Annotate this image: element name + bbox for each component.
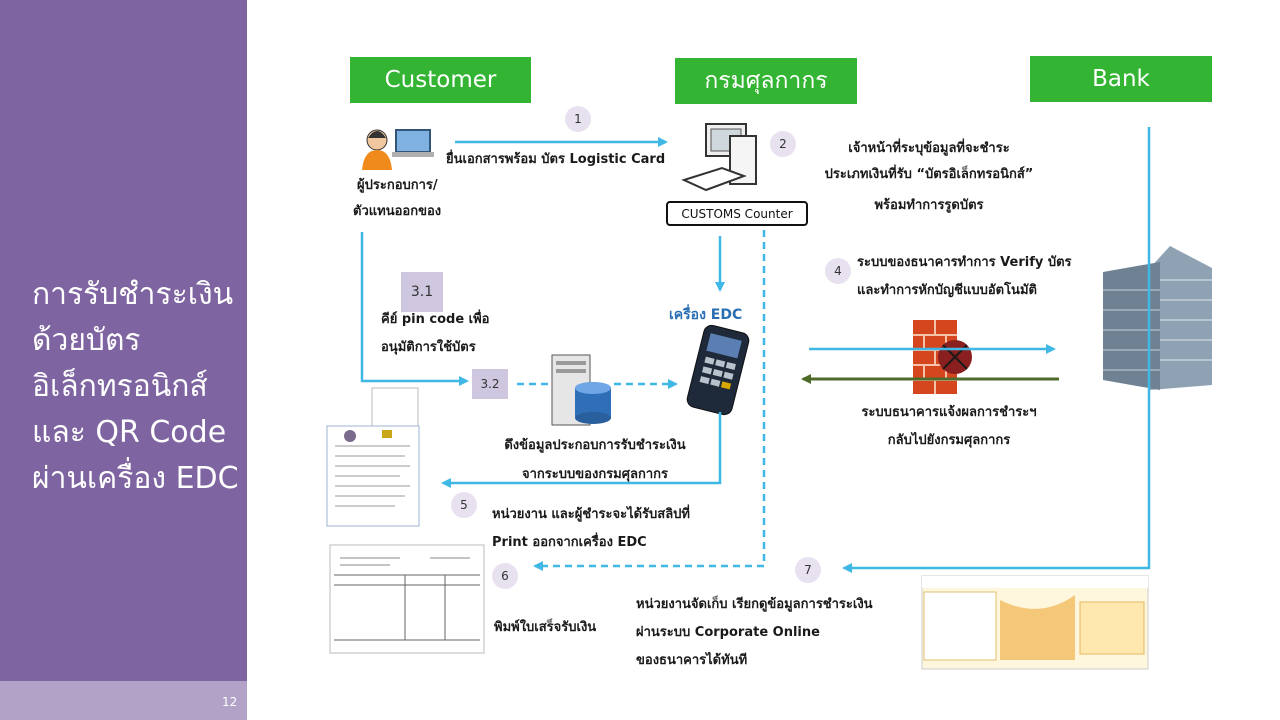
officer-label-line1: เจ้าหน้าที่ระบุข้อมูลที่จะชำระ	[848, 141, 1010, 156]
step-7-badge: 7	[795, 557, 821, 583]
step-1-badge: 1	[565, 106, 591, 132]
submit-docs-label: ยื่นเอกสารพร้อม บัตร Logistic Card	[446, 152, 666, 167]
pin-label-line2: อนุมัติการใช้บัตร	[381, 340, 476, 355]
officer-label-line2: ประเภทเงินที่รับ “บัตรอิเล็กทรอนิกส์”	[824, 167, 1034, 182]
customs-counter-box: CUSTOMS Counter	[666, 201, 808, 226]
edc-terminal-icon	[686, 324, 750, 416]
step-3-1-badge: 3.1	[401, 272, 443, 312]
corporate-online-screenshot-icon	[921, 575, 1149, 670]
pin-label-line1: คีย์ pin code เพื่อ	[381, 312, 490, 327]
bank-notify-label-line1: ระบบธนาคารแจ้งผลการชำระฯ	[861, 405, 1037, 420]
database-server-icon	[551, 354, 611, 426]
bank-building-icon	[1103, 246, 1212, 390]
step-3-2-badge: 3.2	[472, 369, 508, 399]
receipt-label: พิมพ์ใบเสร็จรับเงิน	[494, 620, 597, 635]
corporate-online-label-line3: ของธนาคารได้ทันที	[636, 653, 748, 668]
officer-label-line3: พร้อมทำการรูดบัตร	[874, 198, 984, 213]
step-6-badge: 6	[492, 563, 518, 589]
operator-icon	[362, 129, 434, 170]
corporate-online-label-line2: ผ่านระบบ Corporate Online	[636, 625, 820, 640]
step-2-badge: 2	[770, 131, 796, 157]
step-4-badge: 4	[825, 258, 851, 284]
step-5-badge: 5	[451, 492, 477, 518]
slip-label-line2: Print ออกจากเครื่อง EDC	[492, 535, 647, 550]
verify-label-line2: และทำการหักบัญชีแบบอัตโนมัติ	[857, 283, 1037, 298]
fetch-label-line1: ดึงข้อมูลประกอบการรับชำระเงิน	[504, 438, 686, 453]
operator-label-line1: ผู้ประกอบการ/	[357, 178, 438, 193]
verify-label-line1: ระบบของธนาคารทำการ Verify บัตร	[857, 255, 1072, 270]
corporate-online-label-line1: หน่วยงานจัดเก็บ เรียกดูข้อมูลการชำระเงิน	[636, 597, 873, 612]
receipt-document-icon	[329, 544, 485, 654]
slip-label-line1: หน่วยงาน และผู้ชำระจะได้รับสลิปที่	[492, 507, 691, 522]
computer-icon	[681, 123, 757, 192]
firewall-icon	[913, 320, 972, 394]
fetch-label-line2: จากระบบของกรมศุลกากร	[522, 467, 668, 482]
bank-notify-label-line2: กลับไปยังกรมศุลกากร	[887, 433, 1011, 448]
payment-slip-icon	[326, 387, 420, 527]
edc-label: เครื่อง EDC	[669, 307, 743, 323]
operator-label-line2: ตัวแทนออกของ	[353, 204, 442, 219]
